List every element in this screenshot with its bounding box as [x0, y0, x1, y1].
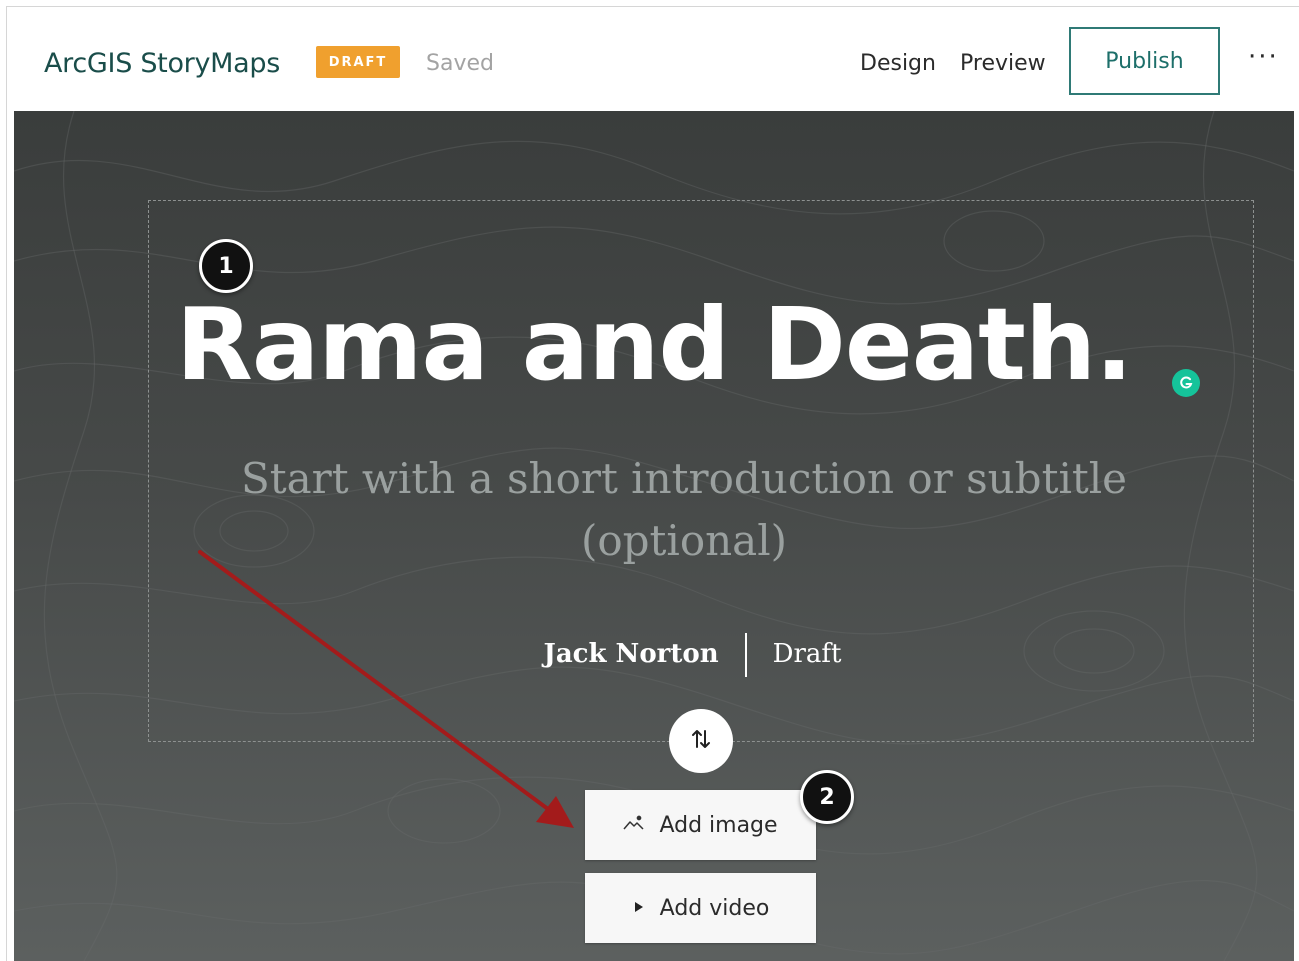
image-icon [623, 813, 645, 838]
add-video-button[interactable]: Add video [585, 873, 816, 943]
add-image-label: Add image [659, 812, 778, 838]
story-cover: Rama and Death. Start with a short intro… [14, 111, 1294, 961]
grammarly-icon[interactable] [1172, 369, 1200, 397]
story-subtitle[interactable]: Start with a short introduction or subti… [194, 448, 1174, 572]
more-icon[interactable]: ··· [1248, 42, 1279, 72]
add-video-label: Add video [659, 895, 770, 921]
byline-divider [744, 633, 747, 677]
app-brand[interactable]: ArcGIS StoryMaps [44, 48, 280, 79]
top-toolbar: ArcGIS StoryMaps DRAFT Saved Design Prev… [14, 8, 1299, 111]
design-button[interactable]: Design [860, 51, 936, 76]
author-name: Jack Norton [543, 639, 719, 669]
story-title[interactable]: Rama and Death. [14, 286, 1294, 403]
publish-button[interactable]: Publish [1069, 27, 1220, 95]
callout-badge-2: 2 [800, 770, 854, 824]
add-image-button[interactable]: Add image [585, 790, 816, 860]
status-badge: DRAFT [316, 46, 400, 78]
callout-badge-1: 1 [199, 239, 253, 293]
swap-layout-button[interactable] [669, 709, 733, 773]
preview-button[interactable]: Preview [960, 51, 1046, 76]
swap-vertical-icon [688, 726, 714, 756]
story-byline: Jack Norton Draft [14, 633, 1294, 677]
story-status: Draft [772, 639, 842, 669]
save-status: Saved [426, 51, 494, 76]
play-icon [632, 896, 646, 921]
